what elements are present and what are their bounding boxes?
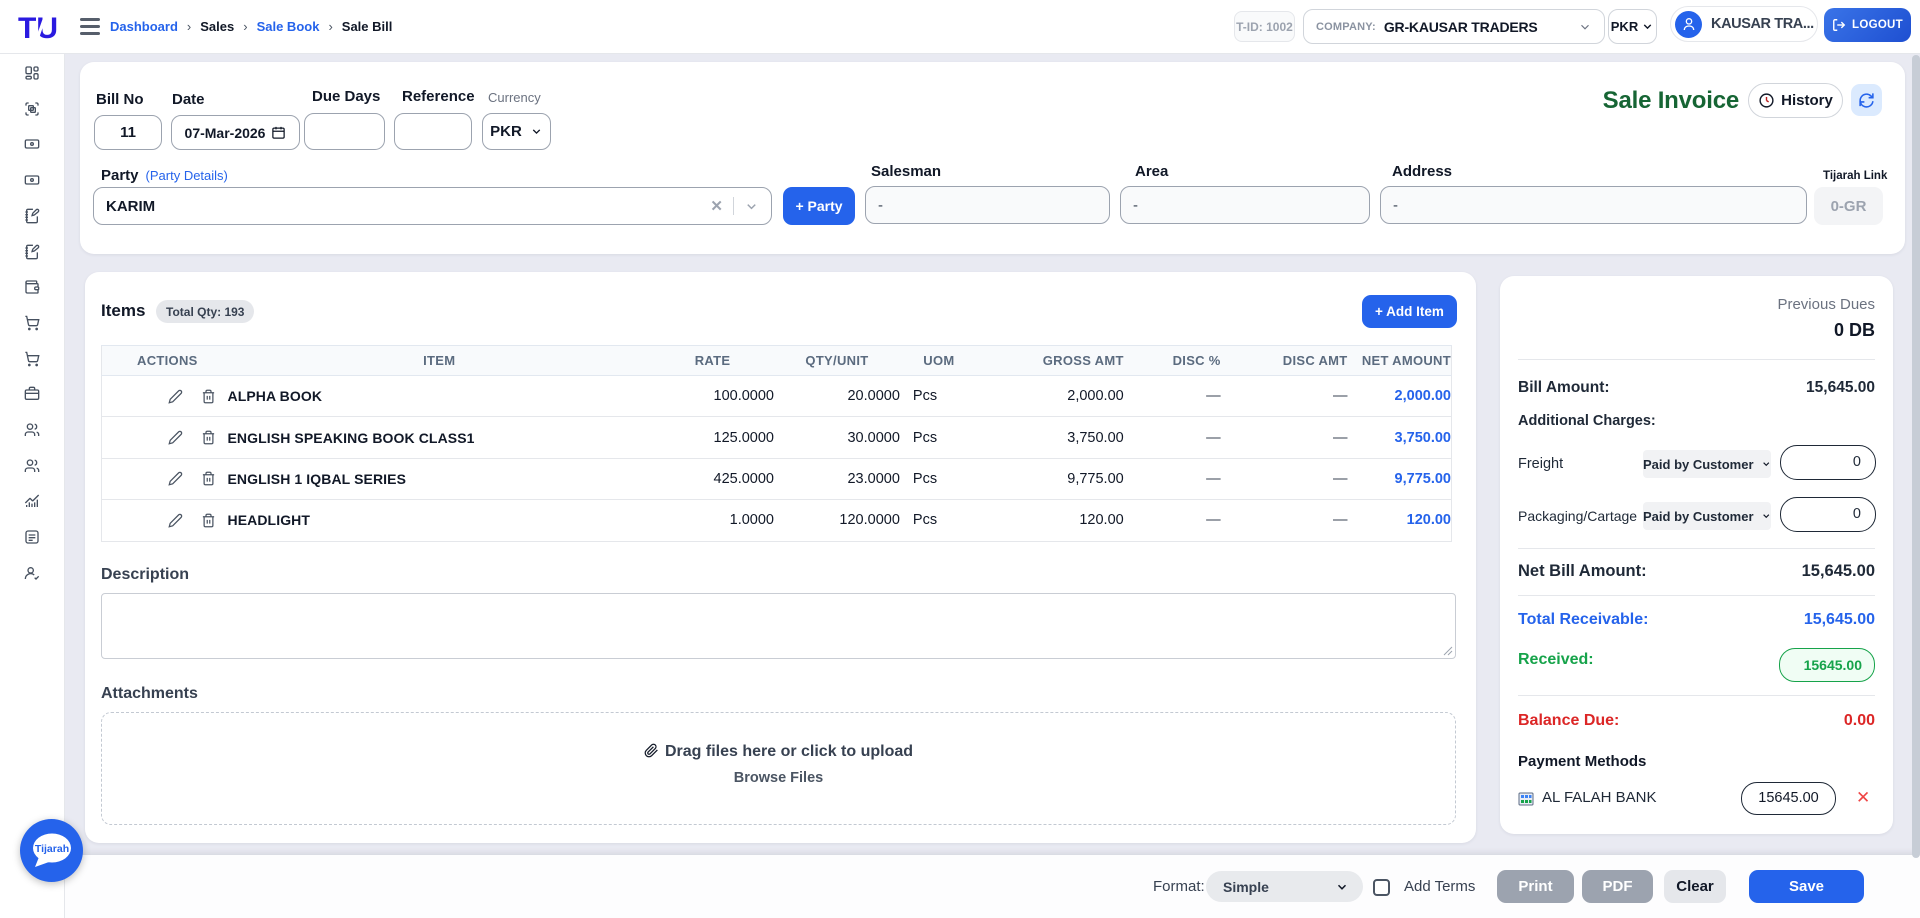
svg-text:Tijarah: Tijarah [34,843,68,855]
